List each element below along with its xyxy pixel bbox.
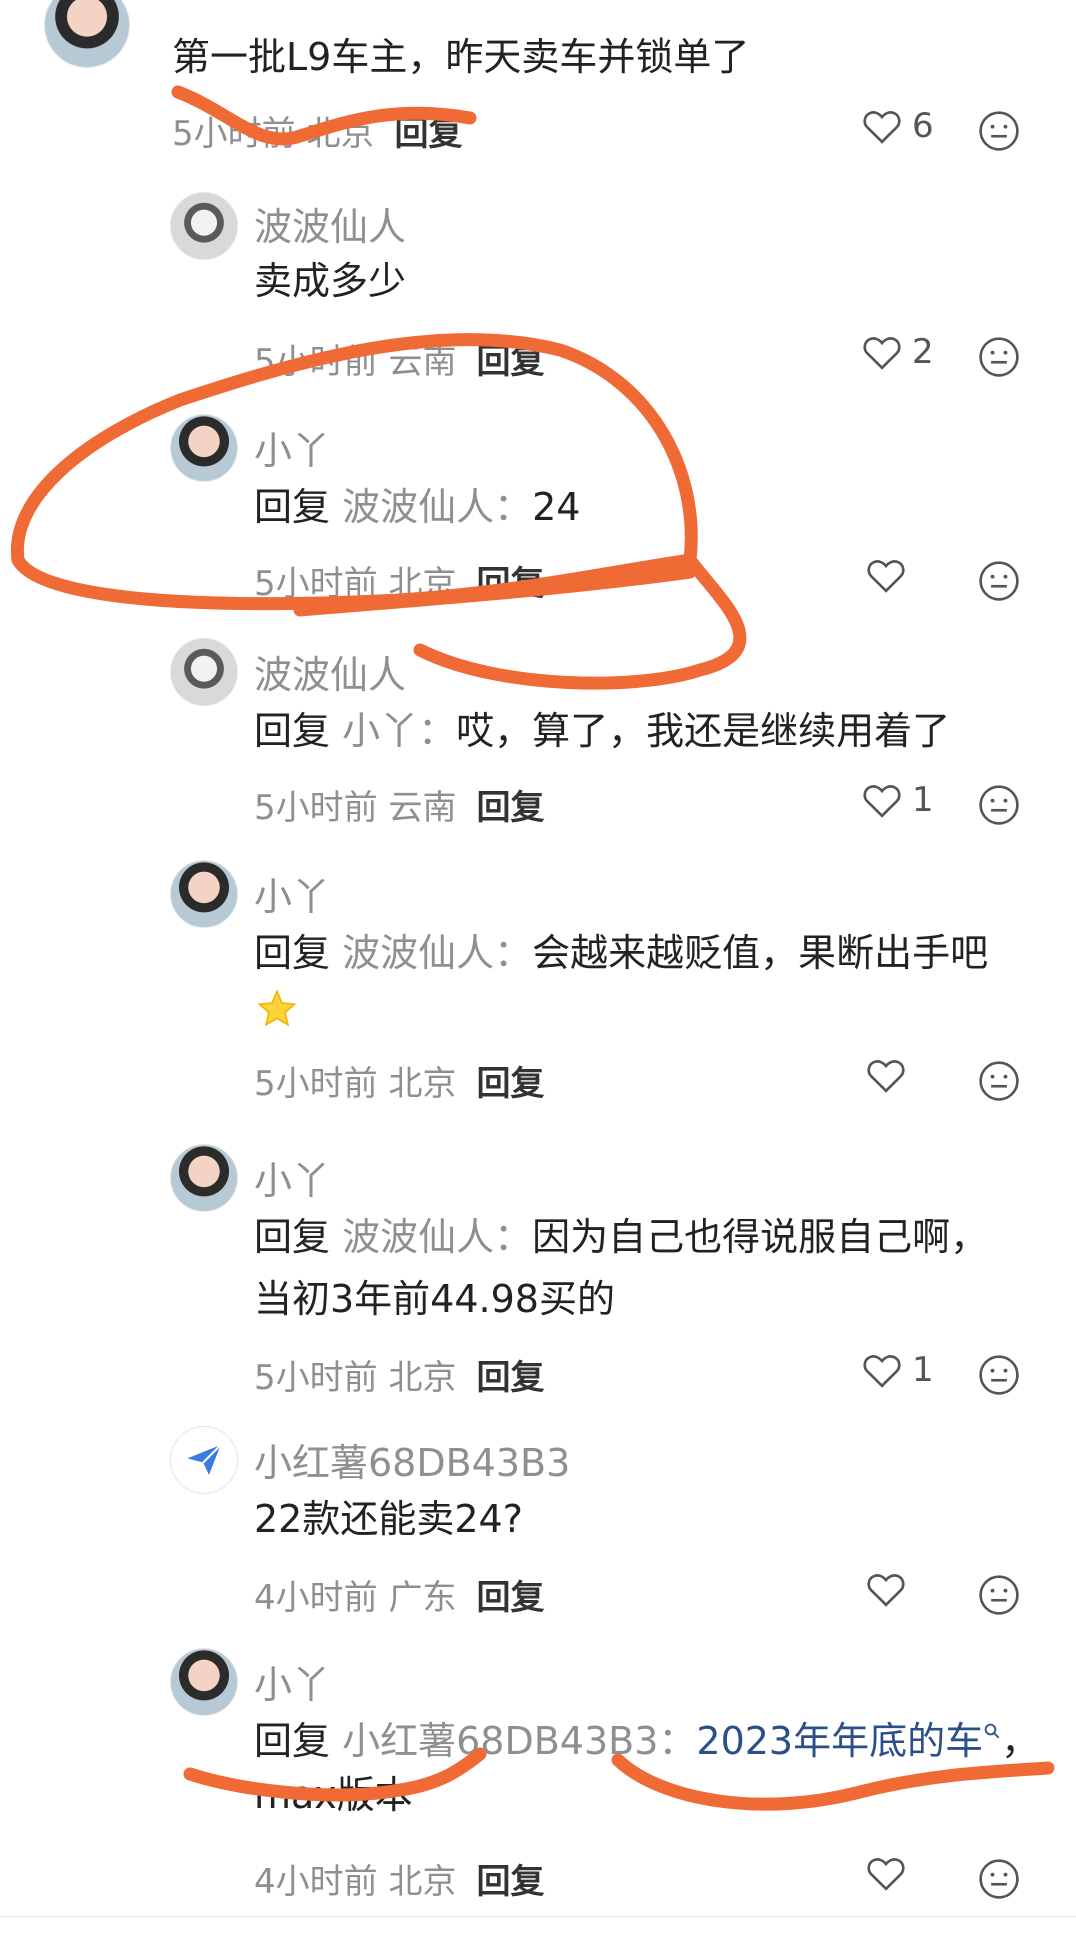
time-location: 4小时前 北京 <box>254 1862 457 1902</box>
like-count: 1 <box>912 1350 934 1390</box>
reply-button[interactable]: 回复 <box>476 342 544 382</box>
time-location: 4小时前 广东 <box>254 1578 457 1618</box>
reply-target[interactable]: 波波仙人： <box>342 485 532 529</box>
comment-content-tail: ， <box>1001 1719 1040 1763</box>
reply-prefix: 回复 <box>254 709 331 753</box>
neutral-face-icon[interactable] <box>978 110 1020 152</box>
neutral-face-icon[interactable] <box>978 560 1020 602</box>
star-emoji-icon <box>257 989 297 1027</box>
neutral-face-icon[interactable] <box>978 1060 1020 1102</box>
like-button[interactable]: 1 <box>862 1350 934 1390</box>
comment-meta: 5小时前 北京 回复 <box>254 1056 544 1105</box>
heart-outline-icon <box>863 785 901 818</box>
reply-button[interactable]: 回复 <box>476 788 544 828</box>
username[interactable]: 小丫 <box>254 420 330 475</box>
username[interactable]: 波波仙人 <box>254 644 406 699</box>
comment-meta: 5小时前 北京 回复 <box>254 556 544 605</box>
comment-text: 卖成多少 <box>254 259 407 303</box>
heart-outline-icon <box>863 337 901 370</box>
neutral-face-icon[interactable] <box>978 336 1020 378</box>
time-location: 5小时前 北京 <box>172 114 375 154</box>
reply-prefix: 回复 <box>254 931 331 975</box>
comment-meta: 5小时前 云南 回复 <box>254 334 544 383</box>
comment-content: 会越来越贬值，果断出手吧 <box>532 931 989 975</box>
like-button[interactable]: 1 <box>862 780 934 820</box>
like-button[interactable] <box>866 1056 916 1094</box>
comment-meta: 4小时前 北京 回复 <box>254 1854 544 1903</box>
heart-outline-icon <box>863 1355 901 1388</box>
comment-text: 22款还能卖24? <box>254 1497 523 1541</box>
comment-content: 24 <box>532 485 581 529</box>
reply-target[interactable]: 小丫： <box>342 709 456 753</box>
reply-button[interactable]: 回复 <box>476 1358 544 1398</box>
reply-target[interactable]: 波波仙人： <box>342 1215 532 1259</box>
like-button[interactable] <box>866 1854 916 1892</box>
comment-meta: 5小时前 北京 回复 <box>254 1350 544 1399</box>
username[interactable]: 小丫 <box>254 1150 330 1205</box>
comment-meta: 5小时前 北京 回复 <box>172 106 462 155</box>
comment-content: 因为自己也得说服自己啊， <box>532 1215 989 1259</box>
reply-button[interactable]: 回复 <box>476 564 544 604</box>
reply-button[interactable]: 回复 <box>476 1064 544 1104</box>
avatar[interactable] <box>170 192 238 260</box>
avatar[interactable] <box>44 0 130 68</box>
neutral-face-icon[interactable] <box>978 784 1020 826</box>
comment-text: 第一批L9车主，昨天卖车并锁单了 <box>172 35 750 79</box>
avatar[interactable] <box>170 638 238 706</box>
neutral-face-icon[interactable] <box>978 1574 1020 1616</box>
like-button[interactable] <box>866 1570 916 1608</box>
reply-prefix: 回复 <box>254 1215 331 1259</box>
comment-text: 回复 波波仙人：会越来越贬值，果断出手吧 <box>254 922 988 984</box>
avatar[interactable] <box>170 1426 238 1494</box>
time-location: 5小时前 北京 <box>254 1064 457 1104</box>
search-link[interactable]: 2023年年底的车 <box>696 1719 983 1763</box>
comment-text-line2: max版本 <box>254 1773 413 1817</box>
comment-meta: 5小时前 云南 回复 <box>254 780 544 829</box>
username[interactable]: 小红薯68DB43B3 <box>254 1432 570 1487</box>
reply-button[interactable]: 回复 <box>476 1578 544 1618</box>
username[interactable]: 小丫 <box>254 866 330 921</box>
neutral-face-icon[interactable] <box>978 1858 1020 1900</box>
comment-text: 回复 小丫：哎，算了，我还是继续用着了 <box>254 700 950 762</box>
time-location: 5小时前 云南 <box>254 788 457 828</box>
heart-outline-icon <box>867 1060 905 1093</box>
heart-outline-icon <box>867 1858 905 1891</box>
comment-text: 回复 小红薯68DB43B3：2023年年底的车 ， <box>254 1710 1039 1772</box>
heart-outline-icon <box>867 1574 905 1607</box>
username[interactable]: 小丫 <box>254 1654 330 1709</box>
heart-outline-icon <box>863 111 901 144</box>
avatar[interactable] <box>170 860 238 928</box>
comment-text: 回复 波波仙人：因为自己也得说服自己啊， <box>254 1206 988 1268</box>
comment-content: 哎，算了，我还是继续用着了 <box>456 709 951 753</box>
avatar[interactable] <box>170 1648 238 1716</box>
reply-target[interactable]: 小红薯68DB43B3： <box>342 1719 696 1763</box>
bottom-divider <box>0 1916 1076 1917</box>
like-count: 2 <box>912 332 934 372</box>
avatar[interactable] <box>170 1144 238 1212</box>
time-location: 5小时前 北京 <box>254 564 457 604</box>
reply-target[interactable]: 波波仙人： <box>342 931 532 975</box>
search-icon[interactable] <box>983 1722 1001 1740</box>
heart-outline-icon <box>867 560 905 593</box>
username[interactable]: 波波仙人 <box>254 196 406 251</box>
like-count: 1 <box>912 780 934 820</box>
like-count: 6 <box>912 106 934 146</box>
neutral-face-icon[interactable] <box>978 1354 1020 1396</box>
like-button[interactable]: 6 <box>862 106 934 146</box>
paper-plane-icon <box>187 1444 222 1475</box>
time-location: 5小时前 云南 <box>254 342 457 382</box>
comment-text-line2: 当初3年前44.98买的 <box>254 1277 615 1321</box>
time-location: 5小时前 北京 <box>254 1358 457 1398</box>
comment-meta: 4小时前 广东 回复 <box>254 1570 544 1619</box>
reply-button[interactable]: 回复 <box>476 1862 544 1902</box>
like-button[interactable] <box>866 556 916 594</box>
avatar[interactable] <box>170 414 238 482</box>
like-button[interactable]: 2 <box>862 332 934 372</box>
reply-button[interactable]: 回复 <box>394 114 462 154</box>
reply-prefix: 回复 <box>254 1719 331 1763</box>
comment-text: 回复 波波仙人：24 <box>254 476 580 538</box>
reply-prefix: 回复 <box>254 485 331 529</box>
